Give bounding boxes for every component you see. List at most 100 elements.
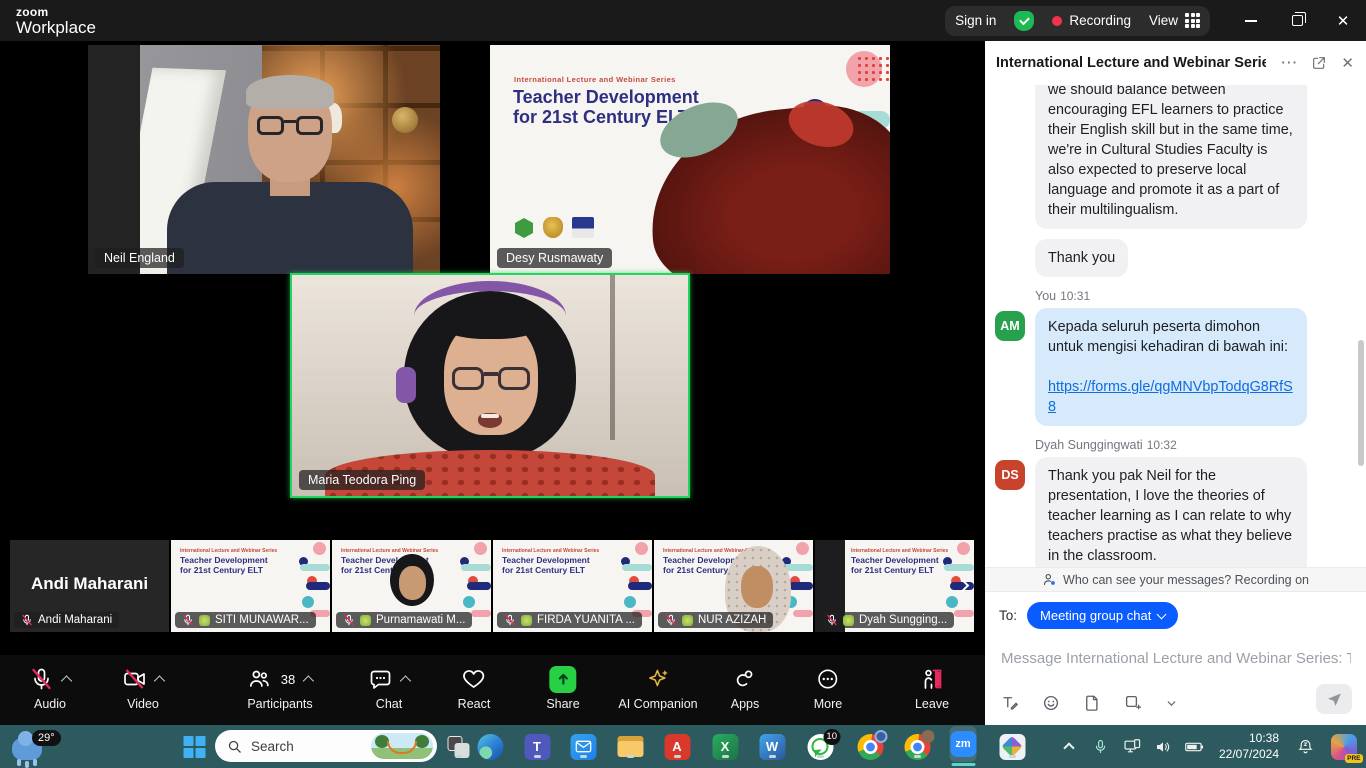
zoom-icon: zm: [950, 726, 977, 762]
video-tile-neil-england[interactable]: Neil England: [88, 45, 440, 274]
apps-button[interactable]: Apps: [731, 664, 760, 711]
camera-muted-icon: [123, 667, 147, 691]
gold-crest-icon: [543, 217, 563, 238]
file-explorer-button[interactable]: [617, 733, 644, 760]
start-button[interactable]: [181, 733, 208, 760]
participants-button[interactable]: 38 Participants: [247, 664, 312, 711]
filmstrip-tile-andi-maharani[interactable]: Andi Maharani Andi Maharani: [10, 540, 169, 632]
copilot-pre-badge: PRE: [1345, 754, 1363, 763]
send-icon: [1326, 691, 1343, 708]
name-label: NUR AZIZAH: [658, 612, 773, 628]
ai-companion-button[interactable]: AI Companion: [618, 664, 697, 711]
message-time: 10:32: [1147, 438, 1177, 452]
chat-message: Thank you pak Neil for the presentation,…: [1035, 457, 1307, 568]
edge-browser-button[interactable]: [477, 733, 504, 760]
teams-button[interactable]: T: [524, 733, 551, 760]
meeting-status-pill: Sign in Recording View: [945, 6, 1210, 36]
profile-badge: [874, 730, 887, 743]
clock-widget[interactable]: 10:38 22/07/2024: [1210, 725, 1288, 768]
active-speaker-tile-maria-teodora-ping[interactable]: Maria Teodora Ping: [290, 273, 690, 498]
share-button[interactable]: Share: [546, 664, 579, 711]
tray-volume-icon[interactable]: [1148, 725, 1178, 768]
privacy-notice[interactable]: Who can see your messages? Recording on: [985, 567, 1366, 592]
taskbar-search[interactable]: Search: [215, 730, 437, 762]
chat-button[interactable]: Chat: [369, 664, 410, 711]
audio-options-caret[interactable]: [61, 675, 72, 686]
audio-button[interactable]: Audio: [30, 664, 71, 711]
whatsapp-button[interactable]: 10: [807, 733, 834, 760]
view-button[interactable]: View: [1149, 13, 1200, 28]
tray-battery-icon[interactable]: [1178, 725, 1210, 768]
filmstrip-next-page-button[interactable]: [948, 562, 974, 608]
acrobat-button[interactable]: A: [664, 733, 691, 760]
participants-icon: [248, 667, 272, 691]
chat-header: International Lecture and Webinar Series…: [985, 41, 1366, 85]
attendance-form-link[interactable]: https://forms.gle/qgMNVbpTodqG8RfS8: [1048, 377, 1294, 417]
filmstrip-tile-nur-azizah[interactable]: International Lecture and Webinar Series…: [654, 540, 813, 632]
recording-indicator[interactable]: Recording: [1052, 13, 1131, 28]
sign-in-button[interactable]: Sign in: [955, 13, 996, 28]
chat-message: Thank you: [1035, 239, 1128, 277]
participant-video: [140, 45, 440, 274]
restore-button[interactable]: [1274, 1, 1320, 41]
sparkle-icon: [646, 667, 670, 691]
filmstrip-tile-siti[interactable]: International Lecture and Webinar Series…: [171, 540, 330, 632]
copilot-button[interactable]: PRE: [1322, 725, 1366, 768]
notifications-bell-icon[interactable]: [1288, 725, 1322, 768]
excel-button[interactable]: X: [712, 733, 739, 760]
video-options-caret[interactable]: [154, 675, 165, 686]
windows-logo-icon: [183, 736, 205, 758]
tray-microphone-icon[interactable]: [1084, 725, 1116, 768]
mic-muted-icon: [826, 614, 838, 626]
to-label: To:: [999, 608, 1017, 623]
tray-overflow-button[interactable]: [1054, 725, 1084, 768]
zoom-app-button[interactable]: zm: [950, 733, 977, 760]
security-shield-icon[interactable]: [1014, 11, 1034, 31]
send-to-selector[interactable]: Meeting group chat: [1027, 602, 1178, 629]
person-privacy-icon: [1042, 572, 1057, 587]
task-view-button[interactable]: [445, 733, 472, 760]
name-emoji: [521, 615, 532, 626]
emoji-icon[interactable]: [1042, 694, 1060, 712]
chrome-profile2-button[interactable]: [904, 733, 931, 760]
window-controls: ✕: [1228, 1, 1366, 41]
chat-message-input[interactable]: [1001, 650, 1351, 667]
compose-more-caret[interactable]: [1165, 697, 1178, 710]
send-button[interactable]: [1316, 684, 1352, 714]
name-label: Andi Maharani: [14, 612, 119, 628]
close-button[interactable]: ✕: [1320, 1, 1366, 41]
format-text-icon[interactable]: [1001, 694, 1019, 712]
participants-filmstrip: Andi Maharani Andi Maharani Internationa…: [10, 540, 974, 632]
react-button[interactable]: React: [458, 664, 491, 711]
person-head: [248, 78, 332, 182]
attach-file-icon[interactable]: [1083, 694, 1101, 712]
pop-out-icon[interactable]: [1311, 55, 1327, 71]
minimize-button[interactable]: [1228, 1, 1274, 41]
screenshot-icon[interactable]: [1124, 694, 1142, 712]
mail-button[interactable]: [570, 733, 597, 760]
word-button[interactable]: W: [759, 733, 786, 760]
filmstrip-tile-purnamawati[interactable]: International Lecture and Webinar Series…: [332, 540, 491, 632]
chat-more-button[interactable]: ⋯: [1280, 53, 1297, 73]
weather-widget[interactable]: 29°: [12, 730, 42, 760]
recording-dot-icon: [1052, 16, 1062, 26]
chat-close-icon[interactable]: ✕: [1341, 54, 1354, 72]
leave-button[interactable]: Leave: [915, 664, 949, 711]
chat-options-caret[interactable]: [400, 675, 411, 686]
zoom-workplace-window: zoom Workplace Sign in Recording View: [0, 0, 1366, 768]
photos-button[interactable]: [999, 733, 1026, 760]
chrome-button[interactable]: [857, 733, 884, 760]
video-button[interactable]: Video: [123, 664, 164, 711]
name-emoji: [682, 615, 693, 626]
chat-scrollbar[interactable]: [1358, 340, 1364, 466]
more-icon: [816, 667, 840, 691]
video-tile-desy-rusmawaty[interactable]: International Lecture and Webinar Series…: [490, 45, 890, 274]
tray-display-icon[interactable]: [1116, 725, 1148, 768]
search-icon: [227, 739, 242, 754]
filmstrip-tile-firda[interactable]: International Lecture and Webinar Series…: [493, 540, 652, 632]
participants-options-caret[interactable]: [303, 675, 314, 686]
mic-muted-icon: [30, 667, 54, 691]
chat-message: Kepada seluruh peserta dimohon untuk men…: [1035, 308, 1307, 426]
more-button[interactable]: More: [814, 664, 842, 711]
logo-zoom-text: zoom: [16, 6, 96, 18]
